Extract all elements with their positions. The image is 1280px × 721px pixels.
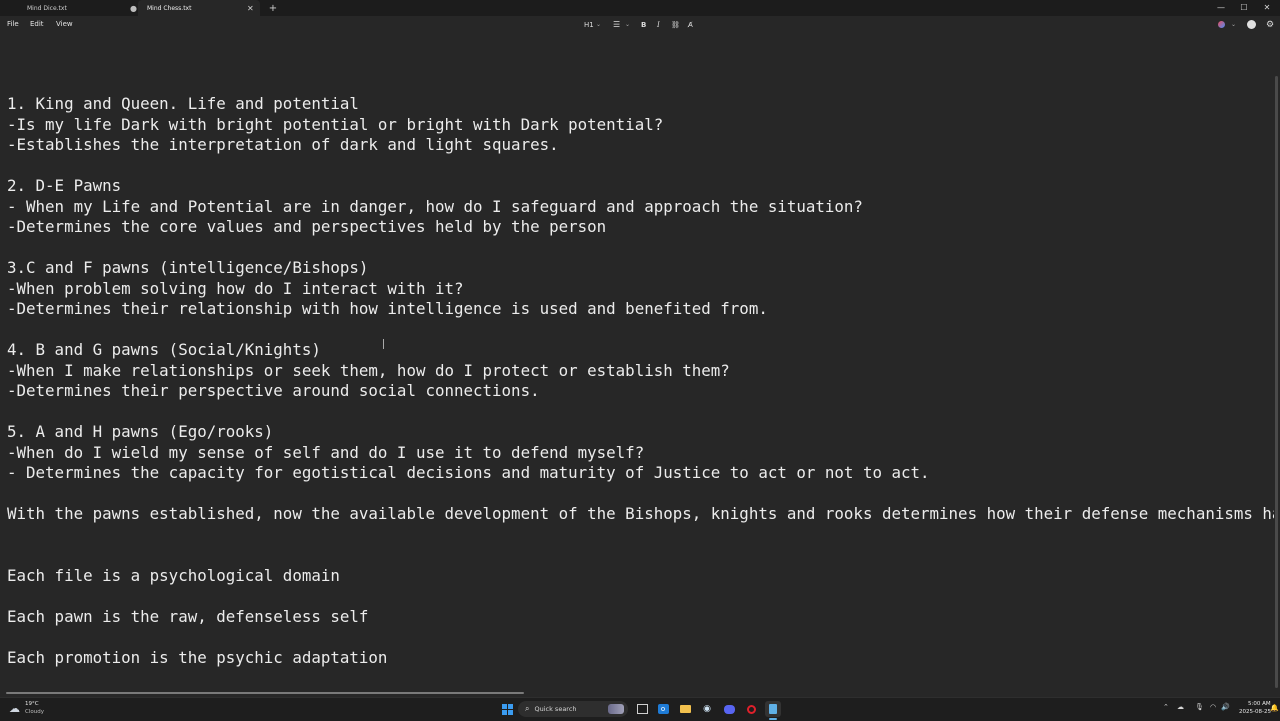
notification-bell-icon[interactable]: 🔔 — [1270, 704, 1279, 712]
menu-edit[interactable]: Edit — [30, 16, 44, 33]
close-window-button[interactable]: ✕ — [1256, 0, 1278, 14]
text-line: 1. King and Queen. Life and potential — [7, 94, 359, 113]
text-line: - Determines the capacity for egotistica… — [7, 463, 930, 482]
weather-condition[interactable]: Cloudy — [25, 709, 44, 715]
text-editor[interactable]: 1. King and Queen. Life and potential -I… — [0, 33, 1274, 690]
list-icon[interactable]: ☰ — [613, 16, 620, 33]
clock-date[interactable]: 2025-08-25 — [1239, 709, 1271, 715]
tab-mind-chess[interactable]: Mind Chess.txt ✕ — [138, 0, 260, 16]
italic-button[interactable]: I — [657, 16, 660, 33]
text-line: Each pawn is the raw, defenseless self — [7, 607, 369, 626]
unsaved-dot-icon: ● — [130, 3, 137, 13]
text-line: -Is my life Dark with bright potential o… — [7, 115, 664, 134]
bold-button[interactable]: B — [641, 16, 646, 33]
chevron-down-icon[interactable]: ⌄ — [1231, 16, 1236, 33]
menu-view[interactable]: View — [56, 16, 73, 33]
heading-button[interactable]: H1 — [584, 16, 594, 33]
text-line: Each file is a psychological domain — [7, 566, 340, 585]
tab-mind-dice[interactable]: Mind Dice.txt ● — [8, 0, 138, 16]
search-highlight-icon — [608, 704, 624, 714]
copilot-icon[interactable] — [1218, 16, 1225, 33]
menu-bar: File Edit View H1 ⌄ ☰ ⌄ B I ⛓ A̸ ⌄ ⚙ — [0, 16, 1280, 33]
vertical-scrollbar[interactable] — [1275, 76, 1278, 688]
tab-title: Mind Chess.txt — [147, 4, 192, 12]
text-line: -Determines their perspective around soc… — [7, 381, 540, 400]
menu-file[interactable]: File — [7, 16, 19, 33]
account-avatar[interactable] — [1247, 16, 1256, 33]
text-line: - When my Life and Potential are in dang… — [7, 197, 863, 216]
task-view-icon[interactable] — [634, 701, 650, 717]
steam-icon[interactable]: ◉ — [699, 701, 715, 717]
tab-title: Mind Dice.txt — [27, 4, 67, 12]
text-line: 2. D-E Pawns — [7, 176, 122, 195]
horizontal-scrollbar[interactable] — [6, 692, 524, 694]
discord-icon[interactable] — [721, 701, 737, 717]
text-line: Each promotion is the psychic adaptation — [7, 648, 388, 667]
text-line: 3.C and F pawns (intelligence/Bishops) — [7, 258, 369, 277]
wifi-icon[interactable]: ◠ — [1210, 703, 1216, 711]
text-line: -When problem solving how do I interact … — [7, 279, 464, 298]
windows-logo-icon — [501, 703, 513, 715]
cloud-icon[interactable]: ☁ — [9, 702, 20, 715]
text-line: -When I make relationships or seek them,… — [7, 361, 730, 380]
chevron-down-icon[interactable]: ⌄ — [625, 16, 630, 33]
file-explorer-icon[interactable] — [677, 701, 693, 717]
start-button[interactable] — [499, 701, 515, 717]
weather-temperature[interactable]: 19°C — [25, 701, 39, 707]
title-bar: Mind Dice.txt ● Mind Chess.txt ✕ + — ☐ ✕ — [0, 0, 1280, 16]
onedrive-icon[interactable]: ☁ — [1177, 703, 1184, 711]
text-line: -Establishes the interpretation of dark … — [7, 135, 559, 154]
search-bar[interactable]: ⌕ Quick search — [518, 701, 628, 717]
opera-icon[interactable] — [743, 701, 759, 717]
search-icon: ⌕ — [525, 704, 530, 713]
text-line: 4. B and G pawns (Social/Knights) — [7, 340, 321, 359]
close-tab-icon[interactable]: ✕ — [247, 4, 254, 13]
taskbar: ☁ 19°C Cloudy ⌕ Quick search o ◉ ⌃ ☁ 🎙 ◠… — [0, 697, 1280, 721]
clear-formatting-icon[interactable]: A̸ — [688, 16, 693, 33]
text-line: -Determines the core values and perspect… — [7, 217, 607, 236]
text-line: With the pawns established, now the avai… — [7, 504, 1274, 523]
clock-time[interactable]: 5:00 AM — [1248, 701, 1271, 707]
chevron-down-icon[interactable]: ⌄ — [596, 16, 601, 33]
link-icon[interactable]: ⛓ — [671, 16, 680, 33]
text-cursor — [383, 339, 385, 349]
chevron-up-icon[interactable]: ⌃ — [1163, 703, 1169, 711]
gear-icon[interactable]: ⚙ — [1266, 16, 1274, 33]
search-placeholder: Quick search — [534, 705, 577, 713]
microphone-icon[interactable]: 🎙 — [1195, 703, 1204, 711]
new-tab-button[interactable]: + — [266, 0, 280, 16]
text-line: -Determines their relationship with how … — [7, 299, 768, 318]
maximize-button[interactable]: ☐ — [1233, 0, 1255, 14]
outlook-icon[interactable]: o — [655, 701, 671, 717]
text-line: 5. A and H pawns (Ego/rooks) — [7, 422, 274, 441]
minimize-button[interactable]: — — [1210, 0, 1232, 14]
text-line: -When do I wield my sense of self and do… — [7, 443, 645, 462]
volume-icon[interactable]: 🔊 — [1221, 703, 1230, 711]
notepad-icon[interactable] — [765, 701, 781, 717]
